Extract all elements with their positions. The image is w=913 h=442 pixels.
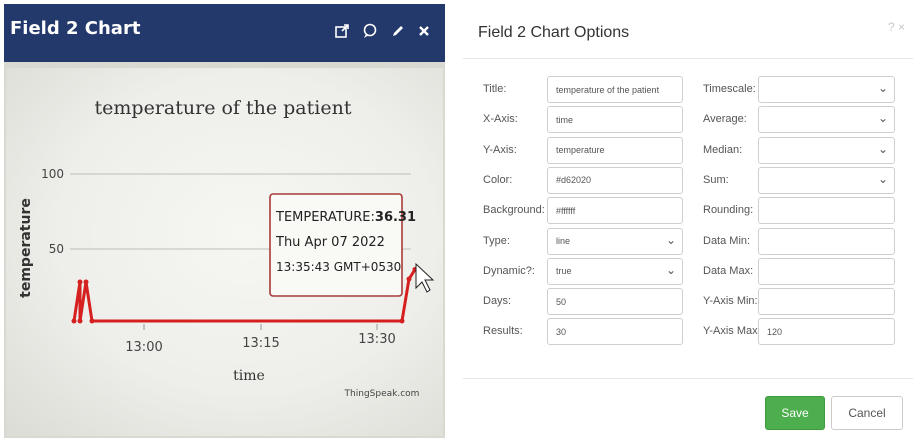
- x-tick-label: 13:30: [358, 332, 395, 347]
- right-field-input[interactable]: [758, 288, 895, 316]
- right-field-select[interactable]: [758, 76, 895, 103]
- left-field-value: 30: [556, 326, 567, 337]
- dialog-help-close[interactable]: ? ×: [888, 20, 905, 34]
- left-field-input[interactable]: time: [547, 106, 683, 134]
- close-icon[interactable]: [414, 21, 434, 41]
- left-field-input[interactable]: 50: [547, 288, 683, 316]
- right-field-select[interactable]: [758, 106, 895, 134]
- left-field-value: temperature of the patient: [556, 84, 660, 95]
- left-field-value: true: [556, 266, 572, 277]
- right-field-label: Y-Axis Max:: [703, 325, 761, 338]
- right-field-value: 120: [767, 326, 783, 337]
- right-field-label: Data Min:: [703, 234, 751, 247]
- right-field-label: Average:: [703, 113, 747, 126]
- right-field-select[interactable]: [758, 166, 895, 194]
- chart-title: temperature of the patient: [95, 97, 352, 119]
- right-field-label: Data Max:: [703, 264, 754, 277]
- tooltip-value: 36.31: [375, 210, 416, 225]
- left-field-label: Dynamic?:: [483, 264, 535, 277]
- dialog-footer-divider: [463, 378, 913, 379]
- chart-svg: temperature of the patient 100 50 13:00 13…: [18, 97, 435, 399]
- widget-title: Field 2 Chart: [10, 18, 141, 39]
- data-point[interactable]: [399, 318, 405, 324]
- y-axis-label: temperature: [18, 198, 34, 298]
- y-tick-label: 50: [49, 242, 64, 256]
- tooltip-date: Thu Apr 07 2022: [275, 235, 385, 250]
- data-point[interactable]: [71, 318, 77, 324]
- left-field-label: X-Axis:: [483, 113, 518, 126]
- right-field-label: Y-Axis Min:: [703, 295, 758, 308]
- right-field-input[interactable]: 120: [758, 318, 895, 346]
- left-field-input[interactable]: #d62020: [547, 166, 683, 194]
- left-field-label: Y-Axis:: [483, 143, 517, 156]
- left-field-value: line: [556, 236, 571, 246]
- left-field-value: #ffffff: [556, 205, 576, 216]
- right-field-select[interactable]: [758, 136, 895, 164]
- chart-area: temperature of the patient 100 50 13:00 13…: [6, 68, 443, 436]
- data-point[interactable]: [77, 279, 83, 285]
- x-tick-label: 13:15: [242, 336, 279, 351]
- left-field-input[interactable]: #ffffff: [547, 197, 683, 225]
- right-field-label: Median:: [703, 143, 743, 156]
- mouse-cursor-icon: [415, 262, 435, 293]
- left-field-value: temperature: [556, 145, 605, 156]
- left-field-label: Title:: [483, 83, 507, 95]
- left-field-input[interactable]: temperature: [547, 136, 683, 164]
- screen: Field 2 Chart temperature of the patient…: [0, 0, 913, 442]
- left-field-label: Type:: [483, 234, 510, 247]
- data-point[interactable]: [89, 318, 95, 324]
- pencil-icon[interactable]: [388, 21, 408, 41]
- x-tick-label: 13:00: [125, 340, 162, 355]
- tooltip: TEMPERATURE:36.31 Thu Apr 07 2022 13:35:…: [269, 193, 416, 297]
- cancel-button[interactable]: Cancel: [831, 396, 903, 430]
- right-field-input[interactable]: [758, 257, 895, 285]
- x-axis-label: time: [233, 368, 265, 384]
- data-point[interactable]: [77, 318, 83, 324]
- right-field-label: Timescale:: [703, 83, 756, 95]
- dialog-title: Field 2 Chart Options: [478, 24, 630, 41]
- tooltip-time: 13:35:43 GMT+0530: [276, 260, 401, 274]
- chart-widget: Field 2 Chart temperature of the patient…: [4, 4, 445, 438]
- right-field-label: Sum:: [703, 173, 729, 186]
- left-field-value: time: [556, 114, 574, 125]
- right-field-label: Rounding:: [703, 204, 754, 217]
- data-point[interactable]: [83, 279, 89, 285]
- left-field-label: Color:: [483, 173, 513, 186]
- comment-icon[interactable]: [360, 21, 380, 41]
- svg-text:TEMPERATURE:36.31: TEMPERATURE:36.31: [275, 210, 416, 225]
- data-point[interactable]: [406, 276, 412, 282]
- left-field-input[interactable]: temperature of the patient: [547, 76, 683, 103]
- left-field-value: #d62020: [556, 175, 592, 186]
- left-field-label: Days:: [483, 295, 512, 308]
- chart-options-dialog: Field 2 Chart Options ? × Title: temperat…: [463, 4, 913, 442]
- left-field-label: Results:: [483, 325, 523, 338]
- tooltip-series-name: TEMPERATURE:: [275, 210, 375, 225]
- left-field-select[interactable]: line: [547, 227, 683, 255]
- left-field-label: Background:: [483, 204, 545, 217]
- left-field-select[interactable]: true: [547, 257, 683, 285]
- y-tick-label: 100: [41, 167, 64, 181]
- right-field-input[interactable]: [758, 197, 895, 225]
- external-link-icon[interactable]: [332, 21, 352, 41]
- widget-header: Field 2 Chart: [4, 4, 445, 62]
- left-field-input[interactable]: 30: [547, 318, 683, 346]
- left-field-value: 50: [556, 296, 567, 307]
- chart-credit: ThingSpeak.com: [344, 389, 420, 399]
- dialog-header-divider: [463, 58, 913, 59]
- right-field-input[interactable]: [758, 227, 895, 255]
- save-button[interactable]: Save: [765, 396, 825, 430]
